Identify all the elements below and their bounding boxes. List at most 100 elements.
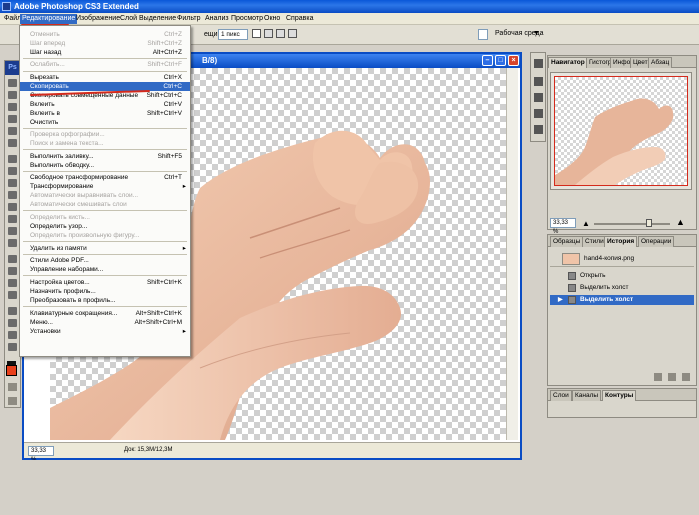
menu-item[interactable]: Удалить из памяти ▸ — [20, 244, 190, 253]
menu-filter[interactable]: Фильтр — [175, 14, 203, 24]
path-selection-tool-icon[interactable] — [8, 279, 17, 287]
menu-item[interactable]: Определить узор... — [20, 222, 190, 231]
notes-tool-icon[interactable] — [8, 307, 17, 315]
brush-tool-icon[interactable] — [8, 167, 17, 175]
navigator-zoom-field[interactable]: 33,33 % — [550, 218, 576, 235]
screen-mode-icon[interactable] — [8, 397, 17, 405]
menu-item[interactable]: Назначить профиль... — [20, 287, 190, 296]
menu-layer[interactable]: Слой — [118, 14, 139, 24]
tab-actions[interactable]: Операции — [638, 236, 675, 247]
layer-comps-icon[interactable] — [534, 109, 543, 118]
menu-item[interactable]: Ослабить... Shift+Ctrl+F — [20, 60, 190, 69]
menu-edit[interactable]: Редактирование — [20, 14, 78, 24]
new-document-from-state-icon[interactable] — [654, 373, 662, 381]
menu-item[interactable]: Автоматически смешивать слои — [20, 200, 190, 209]
maximize-icon[interactable]: □ — [495, 55, 506, 66]
tab-history[interactable]: История — [604, 236, 638, 247]
menu-item[interactable]: Вырезать Ctrl+X — [20, 73, 190, 82]
shape-tool-icon[interactable] — [8, 291, 17, 299]
menu-analysis[interactable]: Анализ — [203, 14, 231, 24]
clone-source-icon[interactable] — [534, 93, 543, 102]
menu-item[interactable]: Меню... Alt+Shift+Ctrl+M — [20, 318, 190, 327]
history-step-selected[interactable]: ▶ Выделить холст — [550, 295, 694, 305]
hand-tool-icon[interactable] — [8, 331, 17, 339]
type-tool-icon[interactable] — [8, 267, 17, 275]
eraser-tool-icon[interactable] — [8, 203, 17, 211]
menu-item[interactable]: Вклеить Ctrl+V — [20, 100, 190, 109]
menu-window[interactable]: Окно — [262, 14, 282, 24]
menu-item[interactable]: Преобразовать в профиль... — [20, 296, 190, 305]
selection-mode-add-icon[interactable] — [264, 29, 273, 38]
zoom-slider[interactable] — [594, 223, 670, 225]
menu-item[interactable]: Определить произвольную фигуру... — [20, 231, 190, 240]
navigator-preview[interactable] — [550, 72, 692, 190]
vertical-scrollbar[interactable] — [506, 68, 518, 440]
menu-item[interactable]: Управление наборами... — [20, 265, 190, 274]
shading-input[interactable]: 1 пикс — [218, 29, 248, 40]
foreground-color-swatch[interactable] — [6, 365, 17, 376]
zoom-in-icon[interactable]: ▲ — [676, 217, 685, 227]
selection-mode-subtract-icon[interactable] — [276, 29, 285, 38]
tab-paths[interactable]: Контуры — [602, 390, 637, 401]
gradient-tool-icon[interactable] — [8, 215, 17, 223]
history-snapshot-row[interactable]: hand4-копия.png — [550, 251, 694, 267]
menu-item-selected[interactable]: Скопировать Ctrl+C — [20, 82, 190, 91]
workspace-icon[interactable] — [478, 29, 488, 40]
selection-mode-new-icon[interactable] — [252, 29, 261, 38]
menu-item[interactable]: Отменить Ctrl+Z — [20, 30, 190, 39]
tab-swatches[interactable]: Образцы — [550, 236, 584, 247]
chevron-down-icon[interactable]: ▼ — [533, 30, 540, 37]
minimize-icon[interactable]: – — [482, 55, 493, 66]
menu-item[interactable]: Выполнить обводку... — [20, 161, 190, 170]
move-tool-icon[interactable] — [8, 79, 17, 87]
navigator-view-box[interactable] — [554, 76, 688, 186]
quick-mask-icon[interactable] — [8, 383, 17, 391]
menu-view[interactable]: Просмотр — [229, 14, 265, 24]
clone-stamp-tool-icon[interactable] — [8, 179, 17, 187]
dodge-tool-icon[interactable] — [8, 239, 17, 247]
menu-help[interactable]: Справка — [284, 14, 315, 24]
healing-brush-tool-icon[interactable] — [8, 155, 17, 163]
selection-mode-intersect-icon[interactable] — [288, 29, 297, 38]
trash-icon[interactable] — [682, 373, 690, 381]
menu-item[interactable]: Свободное трансформирование Ctrl+T — [20, 173, 190, 182]
tool-presets-icon[interactable] — [534, 59, 543, 68]
menu-item[interactable]: Шаг назад Alt+Ctrl+Z — [20, 48, 190, 57]
tab-layers[interactable]: Слои — [550, 390, 572, 401]
menu-select[interactable]: Выделение — [137, 14, 178, 24]
crop-tool-icon[interactable] — [8, 127, 17, 135]
magic-wand-tool-icon[interactable] — [8, 115, 17, 123]
eyedropper-tool-icon[interactable] — [8, 319, 17, 327]
lasso-tool-icon[interactable] — [8, 103, 17, 111]
menu-item[interactable]: Установки ▸ — [20, 327, 190, 336]
menu-item[interactable]: Вклеить в Shift+Ctrl+V — [20, 109, 190, 118]
menu-item[interactable]: Поиск и замена текста... — [20, 139, 190, 148]
close-icon[interactable]: × — [508, 55, 519, 66]
zoom-slider-thumb[interactable] — [646, 219, 652, 227]
zoom-level-field[interactable]: 33,33 % — [28, 446, 54, 463]
tab-channels[interactable]: Каналы — [572, 390, 602, 401]
history-step[interactable]: Открыть — [550, 271, 694, 281]
pen-tool-icon[interactable] — [8, 255, 17, 263]
menu-item[interactable]: Очистить — [20, 118, 190, 127]
marquee-tool-icon[interactable] — [8, 91, 17, 99]
menu-item[interactable]: Настройка цветов... Shift+Ctrl+K — [20, 278, 190, 287]
brushes-icon[interactable] — [534, 77, 543, 86]
blur-tool-icon[interactable] — [8, 227, 17, 235]
history-brush-tool-icon[interactable] — [8, 191, 17, 199]
menu-item[interactable]: Выполнить заливку... Shift+F5 — [20, 152, 190, 161]
zoom-out-icon[interactable]: ▲ — [582, 219, 590, 228]
history-step[interactable]: Выделить холст — [550, 283, 694, 293]
menu-item[interactable]: Автоматически выравнивать слои... — [20, 191, 190, 200]
tab-paragraph[interactable]: Абзац — [648, 57, 673, 68]
menu-item[interactable]: Клавиатурные сокращения... Alt+Shift+Ctrl… — [20, 309, 190, 318]
menu-image[interactable]: Изображение — [74, 14, 122, 24]
zoom-tool-icon[interactable] — [8, 343, 17, 351]
menu-item[interactable]: Определить кисть... — [20, 213, 190, 222]
menu-item[interactable]: Проверка орфографии... — [20, 130, 190, 139]
slice-tool-icon[interactable] — [8, 139, 17, 147]
menu-item[interactable]: Трансформирование ▸ — [20, 182, 190, 191]
measurement-log-icon[interactable] — [534, 125, 543, 134]
new-snapshot-icon[interactable] — [668, 373, 676, 381]
menu-item[interactable]: Шаг вперед Shift+Ctrl+Z — [20, 39, 190, 48]
